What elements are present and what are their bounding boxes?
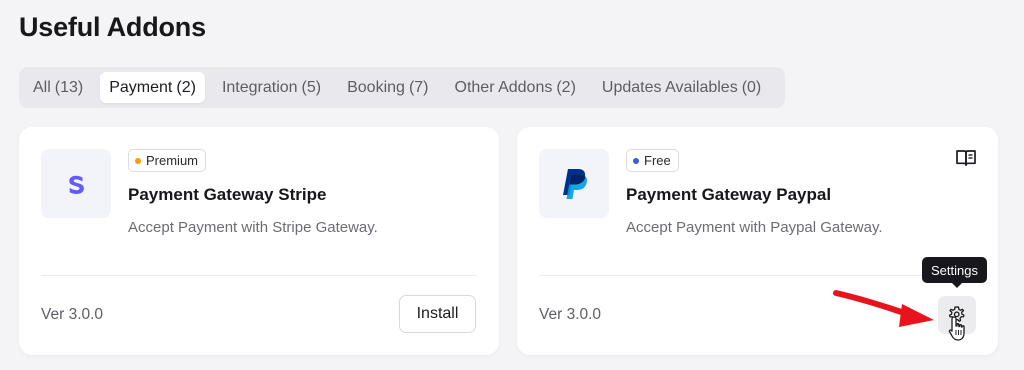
badge-dot xyxy=(135,157,141,164)
stripe-logo-icon xyxy=(69,175,84,194)
paypal-logo xyxy=(539,149,609,218)
paypal-logo-icon xyxy=(563,168,588,199)
tab-label: Payment xyxy=(109,78,173,96)
badge-label: Free xyxy=(644,153,671,168)
addon-title: Payment Gateway Paypal xyxy=(626,185,832,204)
tab-label: All xyxy=(33,78,51,96)
addon-description: Accept Payment with Paypal Gateway. xyxy=(626,219,883,236)
addon-description: Accept Payment with Stripe Gateway. xyxy=(128,219,378,236)
tab-count: (0) xyxy=(741,78,762,96)
install-button[interactable]: Install xyxy=(399,295,476,333)
tab-count: (7) xyxy=(408,78,429,96)
status-badge: Free xyxy=(626,149,679,172)
tab-other-addons[interactable]: Other Addons (2) xyxy=(446,72,585,103)
tab-label: Other Addons xyxy=(454,78,553,96)
badge-label: Premium xyxy=(146,153,199,168)
card-divider xyxy=(41,275,477,276)
tab-count: (2) xyxy=(176,78,196,96)
tab-count: (13) xyxy=(54,78,84,96)
tab-payment[interactable]: Payment (2) xyxy=(100,72,205,103)
stripe-logo xyxy=(41,149,111,218)
badge-dot xyxy=(633,157,639,164)
hand-pointer-cursor-icon xyxy=(948,316,965,341)
tab-count: (2) xyxy=(556,78,576,96)
tab-label: Booking xyxy=(347,78,405,96)
addon-version: Ver 3.0.0 xyxy=(539,306,602,323)
addon-card-stripe: Premium Payment Gateway Stripe Accept Pa… xyxy=(19,127,499,355)
addon-version: Ver 3.0.0 xyxy=(41,306,104,323)
tab-count: (5) xyxy=(301,78,322,96)
red-arrow-annotation-icon xyxy=(833,290,934,327)
book-open-icon[interactable] xyxy=(955,148,977,168)
addon-title: Payment Gateway Stripe xyxy=(128,185,327,204)
tab-booking[interactable]: Booking (7) xyxy=(338,72,437,103)
tab-label: Updates Availables xyxy=(601,78,738,96)
tab-label: Integration xyxy=(221,78,298,96)
addon-filter-tabs: All (13) Payment (2) Integration (5) Bookin… xyxy=(19,67,785,108)
tab-updates-availables[interactable]: Updates Availables (0) xyxy=(593,72,770,103)
card-divider xyxy=(539,275,976,276)
tab-all[interactable]: All (13) xyxy=(24,72,92,103)
page-title: Useful Addons xyxy=(19,12,206,42)
settings-tooltip: Settings xyxy=(922,257,987,288)
status-badge: Premium xyxy=(128,149,207,172)
tab-integration[interactable]: Integration (5) xyxy=(213,72,330,103)
